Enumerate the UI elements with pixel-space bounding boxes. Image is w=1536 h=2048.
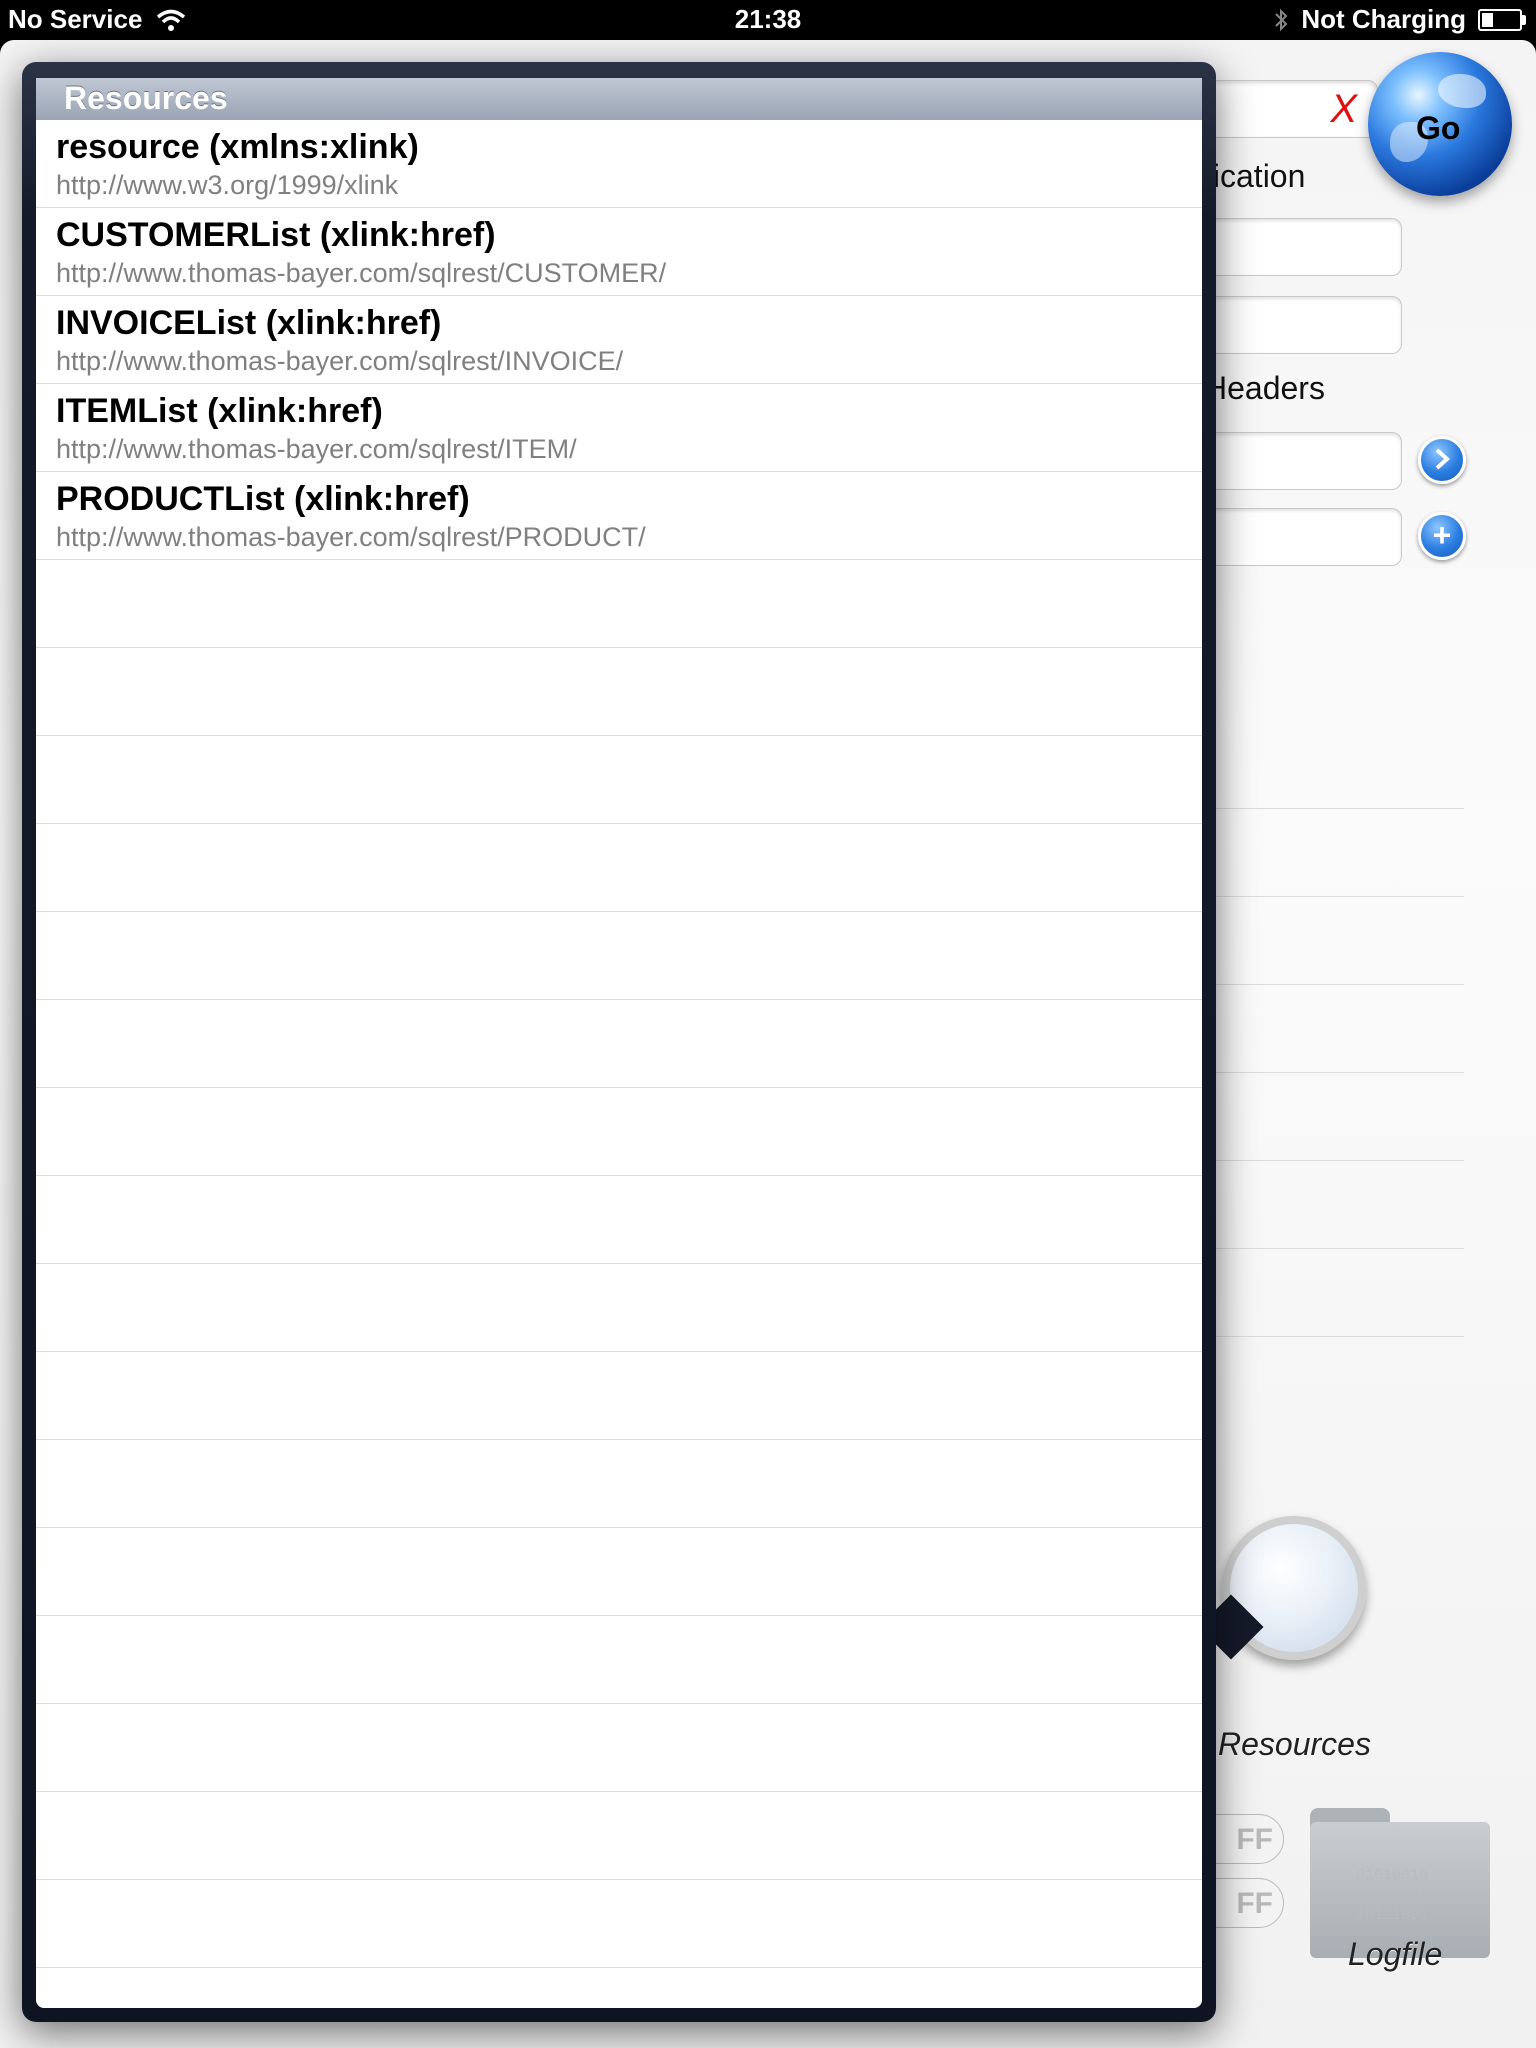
logfile-label: Logfile	[1348, 1936, 1443, 1972]
bits-line: 01010010	[1356, 1867, 1429, 1884]
popover-header: Resources	[36, 78, 1202, 121]
plus-icon: +	[1432, 517, 1452, 553]
list-item[interactable]: INVOICEList (xlink:href) http://www.thoma…	[36, 296, 1202, 384]
empty-row	[36, 1000, 1202, 1088]
list-item[interactable]: PRODUCTList (xlink:href) http://www.thoma…	[36, 472, 1202, 560]
authentication-label: tication	[1204, 158, 1306, 194]
divider	[1210, 808, 1464, 809]
divider	[1210, 1160, 1464, 1161]
empty-row	[36, 912, 1202, 1000]
empty-row	[36, 1440, 1202, 1528]
list-item-url: http://www.w3.org/1999/xlink	[56, 170, 399, 200]
battery-level	[1482, 12, 1493, 27]
divider	[1210, 984, 1464, 985]
list-item-url: http://www.thomas-bayer.com/sqlrest/INVO…	[56, 346, 624, 376]
empty-row	[36, 1880, 1202, 1968]
list-item-url: http://www.thomas-bayer.com/sqlrest/ITEM…	[56, 434, 577, 464]
binary-decoration: 01010010 01100101 10111001	[1356, 1866, 1428, 1926]
list-item-url: http://www.thomas-bayer.com/sqlrest/PROD…	[56, 522, 646, 552]
status-bar: No Service 21:38 Not Charging	[0, 0, 1536, 40]
battery-icon	[1478, 8, 1526, 31]
bits-line: 01100101	[1356, 1887, 1429, 1904]
list-item-url: http://www.thomas-bayer.com/sqlrest/CUST…	[56, 258, 667, 288]
list-item-title: PRODUCTList (xlink:href)	[56, 480, 470, 518]
divider	[1210, 1248, 1464, 1249]
go-button[interactable]: Go	[1368, 52, 1512, 196]
header-detail-button[interactable]	[1418, 436, 1466, 484]
empty-row	[36, 736, 1202, 824]
bits-line: 10111001	[1356, 1907, 1429, 1924]
list-item-title: CUSTOMERList (xlink:href)	[56, 216, 496, 254]
empty-row	[36, 1088, 1202, 1176]
go-label: Go	[1416, 110, 1461, 146]
popover-title: Resources	[64, 80, 228, 116]
divider	[1210, 896, 1464, 897]
charging-label: Not Charging	[1301, 4, 1466, 34]
globe-landmass	[1438, 74, 1486, 108]
empty-row	[36, 1176, 1202, 1264]
list-item[interactable]: resource (xmlns:xlink) http://www.w3.org/…	[36, 120, 1202, 208]
list-item-title: ITEMList (xlink:href)	[56, 392, 383, 430]
empty-row	[36, 1616, 1202, 1704]
empty-row	[36, 1352, 1202, 1440]
resources-label: Resources	[1218, 1726, 1371, 1762]
headers-label: Headers	[1204, 370, 1325, 406]
list-item[interactable]: ITEMList (xlink:href) http://www.thomas-b…	[36, 384, 1202, 472]
empty-row	[36, 1264, 1202, 1352]
status-right: Not Charging	[1273, 4, 1526, 35]
chevron-right-icon	[1435, 448, 1450, 470]
list-item-title: INVOICEList (xlink:href)	[56, 304, 442, 342]
bluetooth-icon	[1275, 8, 1288, 31]
list-item[interactable]: CUSTOMERList (xlink:href) http://www.thom…	[36, 208, 1202, 296]
add-header-button[interactable]: +	[1418, 512, 1466, 560]
list-item-title: resource (xmlns:xlink)	[56, 128, 419, 166]
resources-list[interactable]: resource (xmlns:xlink) http://www.w3.org/…	[36, 120, 1202, 2008]
divider	[1210, 1072, 1464, 1073]
divider	[1210, 1336, 1464, 1337]
empty-row	[36, 1704, 1202, 1792]
empty-row	[36, 824, 1202, 912]
empty-row	[36, 648, 1202, 736]
empty-row	[36, 1528, 1202, 1616]
resources-popover: Resources resource (xmlns:xlink) http://w…	[22, 62, 1216, 2022]
empty-row	[36, 1792, 1202, 1880]
empty-row	[36, 560, 1202, 648]
clear-url-button[interactable]: X	[1330, 87, 1357, 132]
